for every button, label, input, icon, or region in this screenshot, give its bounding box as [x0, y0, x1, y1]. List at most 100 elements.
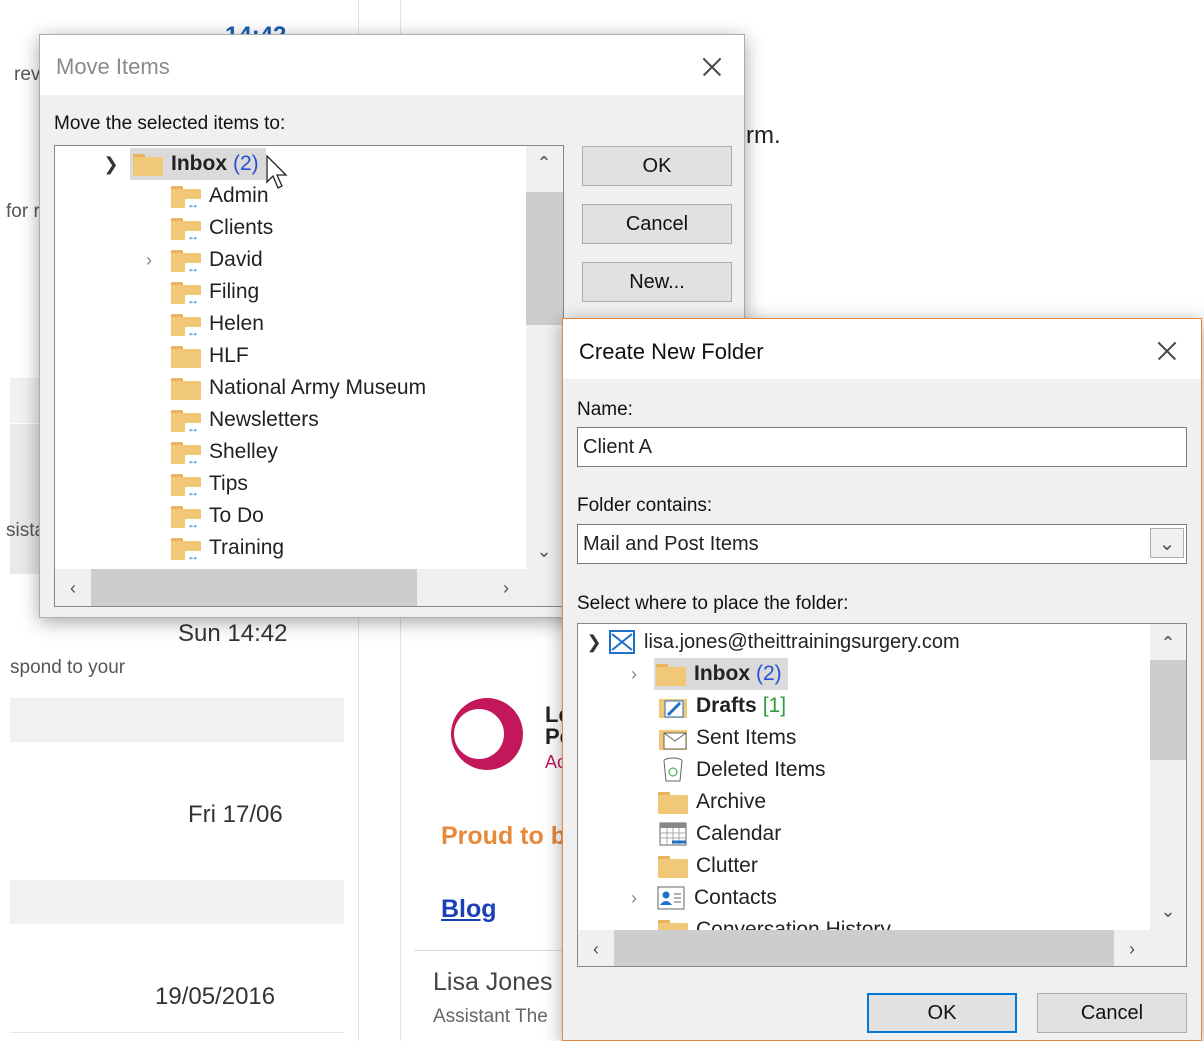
tree-item-david[interactable]: › ↔ David — [137, 244, 263, 276]
tree-item[interactable]: ↔ Helen — [171, 308, 264, 340]
blog-link[interactable]: Blog — [441, 895, 497, 924]
tree-item[interactable]: ↔ Tips — [171, 468, 248, 500]
scroll-left-icon[interactable]: ‹ — [55, 573, 91, 603]
tree-item-account[interactable]: ❯ lisa.jones@theittrainingsurgery.com — [582, 626, 960, 658]
horizontal-scrollbar[interactable]: ‹ › — [578, 930, 1150, 966]
tree-item-drafts[interactable]: Drafts [1] — [658, 690, 786, 722]
tree-item[interactable]: Calendar — [658, 818, 781, 850]
folder-name-input[interactable]: Client A — [577, 427, 1187, 467]
folder-icon — [658, 854, 688, 878]
divider — [414, 950, 584, 951]
tree-item[interactable]: ↔ Shelley — [171, 436, 278, 468]
sender-title: Assistant The — [433, 1006, 548, 1027]
ok-button[interactable]: OK — [582, 146, 732, 186]
title-bar[interactable]: Move Items — [40, 35, 744, 95]
dialog-title: Create New Folder — [579, 339, 764, 364]
ok-button[interactable]: OK — [867, 993, 1017, 1033]
tree-item-label: To Do — [209, 504, 264, 527]
create-new-folder-dialog: Create New Folder Name: Client A Folder … — [562, 318, 1202, 1041]
tree-item-label: Training — [209, 536, 285, 559]
tree-item-label: Archive — [696, 790, 767, 813]
dialog-title: Move Items — [56, 54, 170, 79]
folder-name-value: Client A — [583, 435, 652, 458]
folder-contains-value: Mail and Post Items — [583, 532, 759, 555]
folder-contains-select[interactable]: Mail and Post Items ⌄ — [577, 524, 1187, 564]
tree-item[interactable]: ↔ Newsletters — [171, 404, 319, 436]
inbox-folder-icon — [133, 152, 163, 176]
list-date: Fri 17/06 — [188, 801, 283, 828]
scroll-up-icon[interactable]: ⌃ — [526, 148, 562, 178]
tree-item[interactable]: HLF — [171, 340, 249, 372]
draft-count: [1] — [762, 694, 787, 717]
tree-item-inbox[interactable]: ❯ — [99, 148, 123, 180]
list-item[interactable] — [10, 880, 344, 924]
tree-item[interactable]: Archive — [658, 786, 766, 818]
tree-item[interactable]: Deleted Items — [658, 754, 826, 786]
tree-item[interactable]: Clutter — [658, 850, 758, 882]
mouse-cursor-icon — [266, 155, 288, 189]
chevron-right-icon[interactable]: › — [137, 250, 161, 271]
title-bar[interactable]: Create New Folder — [563, 319, 1201, 379]
scroll-right-icon[interactable]: › — [488, 573, 524, 603]
unread-count: (2) — [233, 152, 259, 175]
tree-item[interactable]: National Army Museum — [171, 372, 426, 404]
tree-item-label: Newsletters — [209, 408, 319, 431]
tree-item-label: Clutter — [696, 854, 758, 877]
tree-item-inbox[interactable]: › Inbox (2) — [622, 658, 782, 690]
tree-item-label: HLF — [209, 344, 249, 367]
account-label: lisa.jones@theittrainingsurgery.com — [644, 630, 960, 653]
cancel-button[interactable]: Cancel — [582, 204, 732, 244]
unread-count: (2) — [756, 662, 782, 685]
drafts-icon — [659, 699, 687, 718]
sync-folder-icon: ↔ — [171, 216, 201, 242]
chevron-right-icon[interactable]: › — [622, 888, 646, 909]
tree-item-label: Filing — [209, 280, 260, 303]
vertical-scrollbar[interactable]: ⌃ ⌄ — [526, 146, 563, 569]
chevron-down-icon[interactable]: ❯ — [582, 632, 606, 653]
scroll-thumb[interactable] — [1150, 660, 1186, 760]
scroll-up-icon[interactable]: ⌃ — [1150, 628, 1186, 658]
scroll-corner — [526, 569, 563, 606]
new-folder-button[interactable]: New... — [582, 262, 732, 302]
close-icon[interactable] — [1147, 331, 1187, 371]
tree-item-label: Deleted Items — [696, 758, 826, 781]
tree-item[interactable]: ↔ Training — [171, 532, 284, 564]
calendar-icon — [659, 822, 687, 846]
chevron-right-icon[interactable]: › — [622, 664, 646, 685]
chevron-down-icon[interactable]: ⌄ — [1150, 528, 1184, 558]
scroll-down-icon[interactable]: ⌄ — [1150, 896, 1186, 926]
scroll-thumb[interactable] — [526, 192, 563, 325]
sync-folder-icon: ↔ — [171, 312, 201, 338]
folder-tree[interactable]: ❯ Inbox (2) ↔ Admin ↔ Clients › ↔ David … — [54, 145, 564, 607]
scroll-thumb[interactable] — [614, 930, 1114, 966]
sent-items-icon — [659, 730, 687, 750]
tree-item-label: Clients — [209, 216, 274, 239]
tree-item-label: Shelley — [209, 440, 278, 463]
list-fragment: rev — [14, 64, 41, 85]
folder-icon — [171, 344, 201, 368]
tree-item-contacts[interactable]: › Contacts — [622, 882, 777, 914]
sync-folder-icon: ↔ — [171, 280, 201, 306]
scroll-thumb[interactable] — [91, 569, 417, 606]
tree-item-label: Inbox — [171, 152, 227, 175]
tree-item[interactable]: ↔ Admin — [171, 180, 269, 212]
scroll-right-icon[interactable]: › — [1114, 934, 1150, 964]
chevron-down-icon[interactable]: ❯ — [99, 154, 123, 175]
tree-item[interactable]: ↔ Filing — [171, 276, 259, 308]
horizontal-scrollbar[interactable]: ‹ › — [55, 569, 526, 606]
list-item[interactable] — [10, 698, 344, 742]
scroll-down-icon[interactable]: ⌄ — [526, 536, 562, 566]
scroll-left-icon[interactable]: ‹ — [578, 934, 614, 964]
destination-folder-tree[interactable]: ❯ lisa.jones@theittrainingsurgery.com › … — [577, 623, 1187, 967]
scroll-corner — [1150, 930, 1186, 966]
tree-item[interactable]: ↔ To Do — [171, 500, 264, 532]
tree-item-label: Helen — [209, 312, 264, 335]
tree-item-inbox[interactable]: Inbox (2) — [133, 148, 259, 180]
tree-item[interactable]: ↔ Clients — [171, 212, 273, 244]
cancel-button[interactable]: Cancel — [1037, 993, 1187, 1033]
tree-item-label: Sent Items — [696, 726, 797, 749]
tree-item[interactable]: Sent Items — [658, 722, 796, 754]
close-icon[interactable] — [692, 47, 732, 87]
sync-folder-icon: ↔ — [171, 472, 201, 498]
vertical-scrollbar[interactable]: ⌃ ⌄ — [1150, 624, 1186, 930]
